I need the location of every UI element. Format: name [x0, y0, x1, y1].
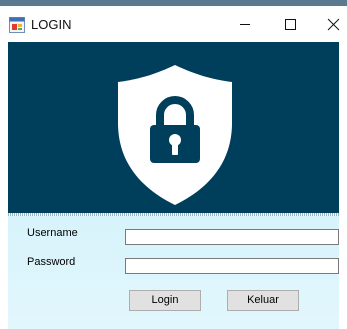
- maximize-icon: [285, 19, 296, 30]
- username-label: Username: [27, 227, 78, 239]
- password-label: Password: [27, 256, 76, 268]
- shield-lock-icon: [118, 65, 232, 205]
- maximize-button[interactable]: [272, 9, 308, 39]
- window-title: LOGIN: [31, 17, 72, 32]
- title-bar[interactable]: LOGIN: [0, 6, 347, 42]
- exit-button[interactable]: Keluar: [227, 290, 299, 311]
- password-input[interactable]: [125, 258, 339, 274]
- minimize-icon: [240, 24, 250, 25]
- login-form: Username Password Login Keluar: [8, 216, 339, 329]
- minimize-button[interactable]: [227, 9, 263, 39]
- close-icon: [327, 18, 340, 31]
- login-button[interactable]: Login: [129, 290, 201, 311]
- form-app-icon: [9, 17, 25, 33]
- close-button[interactable]: [315, 9, 347, 39]
- username-input[interactable]: [125, 229, 339, 245]
- login-banner: [8, 42, 339, 213]
